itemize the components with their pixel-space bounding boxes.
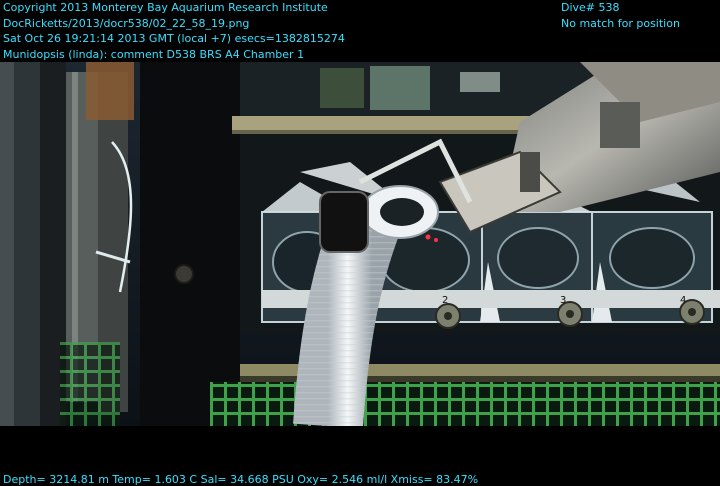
sensor-readout-text: Depth= 3214.81 m Temp= 1.603 C Sal= 34.6…	[3, 473, 479, 486]
timestamp-text: Sat Oct 26 19:21:14 2013 GMT (local +7) …	[3, 32, 345, 45]
comment-text: Munidopsis (linda): comment D538 BRS A4 …	[3, 47, 305, 61]
overlay-bottom: Depth= 3214.81 m Temp= 1.603 C Sal= 34.6…	[3, 472, 478, 486]
dive-number-text: Dive# 538	[561, 1, 620, 14]
scene-illustration: 1 2 3 4	[0, 62, 720, 426]
green-grate	[210, 382, 720, 426]
underwater-scene: 1 2 3 4	[0, 62, 720, 426]
file-path-text: DocRicketts/2013/docr538/02_22_58_19.png	[3, 16, 250, 30]
camera-frame: 1 2 3 4 Copyright 2013 Monterey Bay Aqua…	[0, 0, 720, 486]
overlay-top-left: Copyright 2013 Monterey Bay Aquarium Res…	[3, 0, 345, 62]
copyright-text: Copyright 2013 Monterey Bay Aquarium Res…	[3, 1, 328, 14]
position-status-text: No match for position	[561, 16, 680, 30]
overlay-top-right: Dive# 538 No match for position	[561, 0, 680, 31]
